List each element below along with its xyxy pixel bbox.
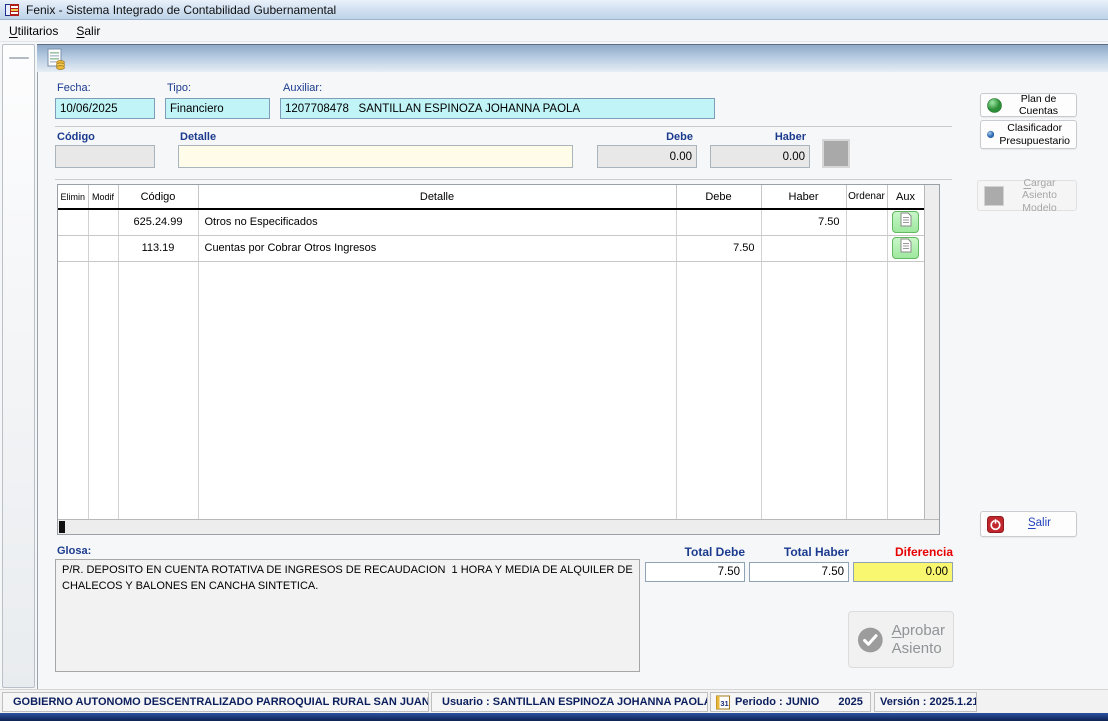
cell-detalle: Otros no Especificados <box>198 209 677 236</box>
plan-de-cuentas-button[interactable]: Plan de Cuentas <box>980 93 1077 117</box>
button-label: Cargar Asiento Modelo <box>1021 177 1058 214</box>
green-sphere-icon <box>987 97 1002 113</box>
col-debe: Debe <box>676 185 762 210</box>
document-icon <box>900 212 911 227</box>
status-version: Versión : 2025.1.21 <box>874 692 977 712</box>
status-period: 31 Periodo : JUNIO 2025 <box>710 692 871 712</box>
vertical-scrollbar[interactable] <box>924 185 939 519</box>
cell-haber: 7.50 <box>761 209 847 236</box>
menu-salir[interactable]: Salir <box>67 20 109 42</box>
debe-label: Debe <box>666 131 693 143</box>
cell-ordenar[interactable] <box>846 209 888 236</box>
status-user: Usuario : SANTILLAN ESPINOZA JOHANNA PAO… <box>431 692 708 712</box>
application-window: Fenix - Sistema Integrado de Contabilida… <box>0 0 1108 721</box>
power-icon <box>987 515 1004 533</box>
button-label: Aprobar Asiento <box>891 622 945 657</box>
codigo-field[interactable] <box>55 145 155 168</box>
panel-grabber <box>9 57 29 59</box>
cell-codigo: 625.24.99 <box>118 209 199 236</box>
codigo-label: Código <box>57 131 95 143</box>
svg-text:31: 31 <box>720 699 728 708</box>
col-haber: Haber <box>761 185 847 210</box>
col-aux: Aux <box>887 185 924 210</box>
cell-codigo: 113.19 <box>118 235 199 262</box>
table-empty-area <box>58 261 924 519</box>
col-elimin: Elimin <box>58 185 89 210</box>
report-document-icon[interactable] <box>45 48 67 70</box>
table-header-row: Elimin Modif Código Detalle Debe Haber O… <box>58 185 924 210</box>
title-bar: Fenix - Sistema Integrado de Contabilida… <box>0 0 1108 20</box>
check-circle-icon <box>857 627 883 652</box>
window-title: Fenix - Sistema Integrado de Contabilida… <box>26 2 337 17</box>
aux-button[interactable] <box>892 237 919 259</box>
cell-aux <box>887 209 924 236</box>
salir-button[interactable]: Salir <box>980 511 1077 537</box>
status-bar: GOBIERNO AUTONOMO DESCENTRALIZADO PARROQ… <box>0 689 1108 713</box>
tipo-field[interactable] <box>165 98 270 119</box>
diferencia-label: Diferencia <box>894 545 953 559</box>
auxiliar-field[interactable] <box>280 98 715 119</box>
total-debe-label: Total Debe <box>684 545 745 559</box>
separator-line <box>55 179 952 180</box>
entries-table: Elimin Modif Código Detalle Debe Haber O… <box>57 184 940 535</box>
button-label: Clasificador Presupuestario <box>999 122 1070 147</box>
cell-elimin[interactable] <box>58 209 89 236</box>
detalle-field[interactable] <box>178 145 573 168</box>
cell-debe <box>676 209 762 236</box>
collapsed-side-panel[interactable] <box>2 44 35 688</box>
menu-bar: Utilitarios Salir <box>0 20 1108 42</box>
total-haber-field <box>749 562 849 582</box>
document-icon <box>900 238 911 253</box>
diferencia-field <box>853 562 953 582</box>
cell-debe: 7.50 <box>676 235 762 262</box>
haber-label: Haber <box>774 131 806 143</box>
detalle-label: Detalle <box>180 131 217 143</box>
glosa-textarea[interactable] <box>55 559 640 672</box>
debe-field[interactable] <box>597 145 697 168</box>
fecha-field[interactable] <box>55 98 155 119</box>
cell-detalle: Cuentas por Cobrar Otros Ingresos <box>198 235 677 262</box>
cargar-asiento-modelo-button[interactable]: Cargar Asiento Modelo <box>977 177 1077 214</box>
col-ordenar: Ordenar <box>846 185 888 210</box>
blue-sphere-icon <box>987 130 995 139</box>
tipo-label: Tipo: <box>167 82 192 94</box>
gray-square-icon <box>984 185 1004 206</box>
cell-aux <box>887 235 924 262</box>
total-haber-label: Total Haber <box>783 545 849 559</box>
blank-gray-button[interactable] <box>822 139 850 168</box>
col-detalle: Detalle <box>198 185 677 210</box>
menu-utilitarios[interactable]: Utilitarios <box>0 20 67 42</box>
status-entity: GOBIERNO AUTONOMO DESCENTRALIZADO PARROQ… <box>2 692 429 712</box>
cell-modif[interactable] <box>88 235 119 262</box>
aux-button[interactable] <box>892 211 919 234</box>
form-toolbar <box>37 44 1108 72</box>
calendar-icon: 31 <box>716 695 730 709</box>
glosa-label: Glosa: <box>57 545 92 557</box>
separator-line <box>55 126 952 127</box>
col-modif: Modif <box>88 185 119 210</box>
window-bottom-edge <box>0 713 1108 721</box>
button-label: Plan de Cuentas <box>1018 92 1059 117</box>
cell-haber <box>761 235 847 262</box>
haber-field[interactable] <box>710 145 810 168</box>
cell-modif[interactable] <box>88 209 119 236</box>
button-label: Salir <box>1027 517 1051 530</box>
table-row[interactable]: 113.19 Cuentas por Cobrar Otros Ingresos… <box>58 235 924 262</box>
auxiliar-label: Auxiliar: <box>283 82 323 94</box>
clasificador-presupuestario-button[interactable]: Clasificador Presupuestario <box>980 120 1077 149</box>
scrollbar-thumb[interactable] <box>59 521 65 533</box>
total-debe-field <box>645 562 745 582</box>
fecha-label: Fecha: <box>57 82 91 94</box>
aprobar-asiento-button[interactable]: Aprobar Asiento <box>848 611 954 668</box>
app-icon <box>5 3 19 16</box>
col-codigo: Código <box>118 185 199 210</box>
table-row[interactable]: 625.24.99 Otros no Especificados 7.50 <box>58 209 924 236</box>
horizontal-scrollbar[interactable] <box>58 519 939 534</box>
cell-elimin[interactable] <box>58 235 89 262</box>
cell-ordenar[interactable] <box>846 235 888 262</box>
